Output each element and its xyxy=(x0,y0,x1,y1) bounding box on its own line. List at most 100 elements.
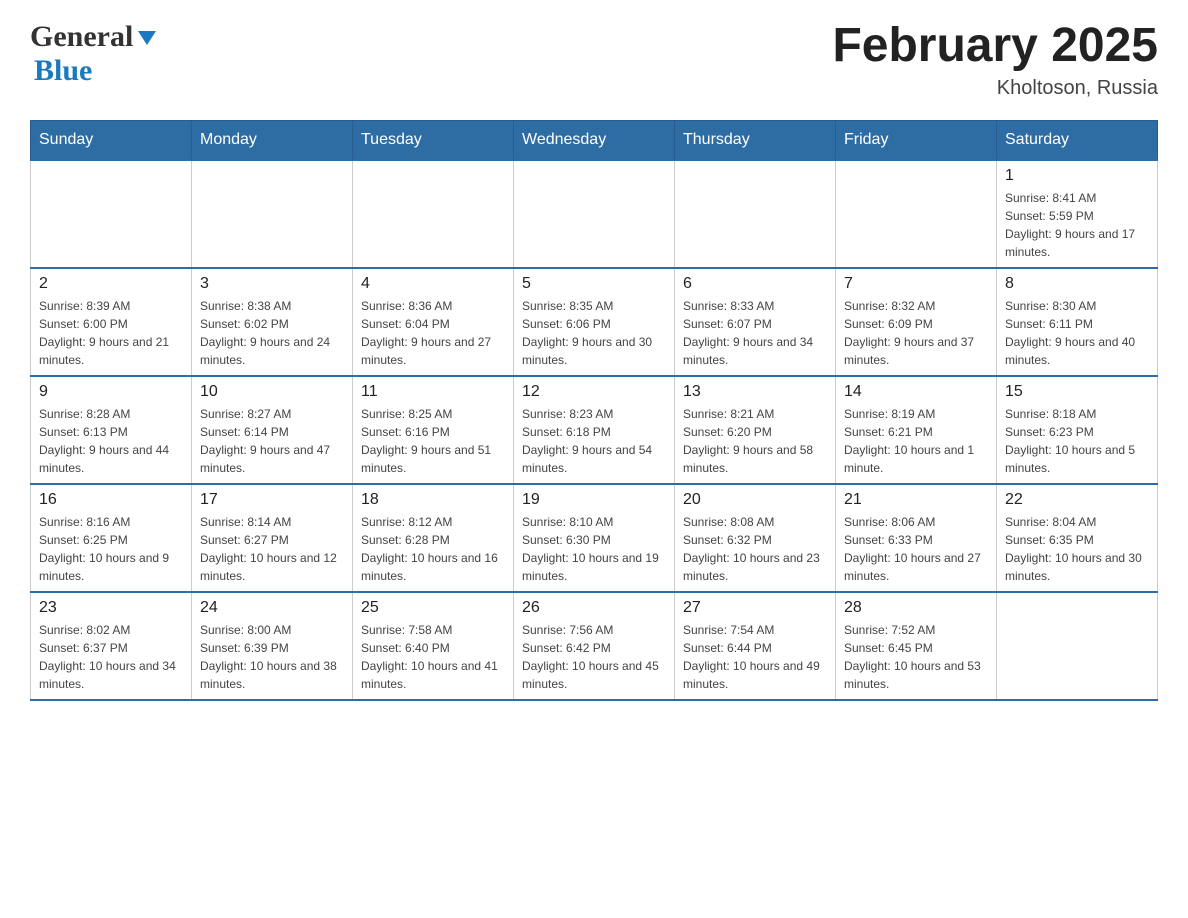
day-info: Sunrise: 7:56 AM Sunset: 6:42 PM Dayligh… xyxy=(522,621,666,693)
day-number: 6 xyxy=(683,275,827,293)
table-row xyxy=(192,160,353,268)
day-info: Sunrise: 8:21 AM Sunset: 6:20 PM Dayligh… xyxy=(683,405,827,477)
day-number: 21 xyxy=(844,491,988,509)
day-info: Sunrise: 8:18 AM Sunset: 6:23 PM Dayligh… xyxy=(1005,405,1149,477)
calendar-week-row: 23 Sunrise: 8:02 AM Sunset: 6:37 PM Dayli… xyxy=(31,592,1158,700)
day-number: 17 xyxy=(200,491,344,509)
table-row: 5Sunrise: 8:35 AM Sunset: 6:06 PM Daylig… xyxy=(514,268,675,376)
table-row: 4 Sunrise: 8:36 AM Sunset: 6:04 PM Daylig… xyxy=(353,268,514,376)
col-wednesday: Wednesday xyxy=(514,120,675,160)
day-number: 20 xyxy=(683,491,827,509)
day-number: 5 xyxy=(522,275,666,293)
table-row: 16 Sunrise: 8:16 AM Sunset: 6:25 PM Dayli… xyxy=(31,484,192,592)
table-row: 6 Sunrise: 8:33 AM Sunset: 6:07 PM Daylig… xyxy=(675,268,836,376)
table-row: 27 Sunrise: 7:54 AM Sunset: 6:44 PM Dayli… xyxy=(675,592,836,700)
day-info: Sunrise: 8:39 AM Sunset: 6:00 PM Dayligh… xyxy=(39,297,183,369)
calendar-header-row: Sunday Monday Tuesday Wednesday Thursday… xyxy=(31,120,1158,160)
day-info: Sunrise: 8:19 AM Sunset: 6:21 PM Dayligh… xyxy=(844,405,988,477)
day-info: Sunrise: 8:36 AM Sunset: 6:04 PM Dayligh… xyxy=(361,297,505,369)
day-number: 4 xyxy=(361,275,505,293)
table-row: 2 Sunrise: 8:39 AM Sunset: 6:00 PM Daylig… xyxy=(31,268,192,376)
day-info: Sunrise: 8:14 AM Sunset: 6:27 PM Dayligh… xyxy=(200,513,344,585)
day-number: 14 xyxy=(844,383,988,401)
day-info: Sunrise: 8:04 AM Sunset: 6:35 PM Dayligh… xyxy=(1005,513,1149,585)
col-tuesday: Tuesday xyxy=(353,120,514,160)
day-number: 10 xyxy=(200,383,344,401)
calendar-table: Sunday Monday Tuesday Wednesday Thursday… xyxy=(30,120,1158,701)
day-number: 2 xyxy=(39,275,183,293)
col-monday: Monday xyxy=(192,120,353,160)
table-row: 21 Sunrise: 8:06 AM Sunset: 6:33 PM Dayli… xyxy=(836,484,997,592)
day-number: 9 xyxy=(39,383,183,401)
day-info: Sunrise: 8:06 AM Sunset: 6:33 PM Dayligh… xyxy=(844,513,988,585)
table-row: 3 Sunrise: 8:38 AM Sunset: 6:02 PM Daylig… xyxy=(192,268,353,376)
day-info: Sunrise: 8:30 AM Sunset: 6:11 PM Dayligh… xyxy=(1005,297,1149,369)
table-row: 23 Sunrise: 8:02 AM Sunset: 6:37 PM Dayli… xyxy=(31,592,192,700)
day-number: 13 xyxy=(683,383,827,401)
logo-triangle-icon xyxy=(138,31,156,50)
day-number: 15 xyxy=(1005,383,1149,401)
day-number: 3 xyxy=(200,275,344,293)
day-info: Sunrise: 8:33 AM Sunset: 6:07 PM Dayligh… xyxy=(683,297,827,369)
day-number: 27 xyxy=(683,599,827,617)
day-number: 22 xyxy=(1005,491,1149,509)
table-row: 28Sunrise: 7:52 AM Sunset: 6:45 PM Dayli… xyxy=(836,592,997,700)
calendar-week-row: 16 Sunrise: 8:16 AM Sunset: 6:25 PM Dayli… xyxy=(31,484,1158,592)
table-row: 11Sunrise: 8:25 AM Sunset: 6:16 PM Dayli… xyxy=(353,376,514,484)
col-saturday: Saturday xyxy=(997,120,1158,160)
table-row: 17 Sunrise: 8:14 AM Sunset: 6:27 PM Dayli… xyxy=(192,484,353,592)
day-info: Sunrise: 8:08 AM Sunset: 6:32 PM Dayligh… xyxy=(683,513,827,585)
day-number: 1 xyxy=(1005,167,1149,185)
col-friday: Friday xyxy=(836,120,997,160)
table-row: 22 Sunrise: 8:04 AM Sunset: 6:35 PM Dayli… xyxy=(997,484,1158,592)
table-row xyxy=(353,160,514,268)
day-info: Sunrise: 8:10 AM Sunset: 6:30 PM Dayligh… xyxy=(522,513,666,585)
day-info: Sunrise: 8:16 AM Sunset: 6:25 PM Dayligh… xyxy=(39,513,183,585)
day-number: 25 xyxy=(361,599,505,617)
day-number: 7 xyxy=(844,275,988,293)
day-info: Sunrise: 8:28 AM Sunset: 6:13 PM Dayligh… xyxy=(39,405,183,477)
calendar-week-row: 2 Sunrise: 8:39 AM Sunset: 6:00 PM Daylig… xyxy=(31,268,1158,376)
day-number: 18 xyxy=(361,491,505,509)
table-row: 24Sunrise: 8:00 AM Sunset: 6:39 PM Dayli… xyxy=(192,592,353,700)
table-row: 7 Sunrise: 8:32 AM Sunset: 6:09 PM Daylig… xyxy=(836,268,997,376)
day-info: Sunrise: 8:12 AM Sunset: 6:28 PM Dayligh… xyxy=(361,513,505,585)
page-header: General Blue February 2025 Kholtoson, Ru… xyxy=(30,20,1158,100)
day-info: Sunrise: 7:58 AM Sunset: 6:40 PM Dayligh… xyxy=(361,621,505,693)
table-row: 19 Sunrise: 8:10 AM Sunset: 6:30 PM Dayli… xyxy=(514,484,675,592)
day-number: 12 xyxy=(522,383,666,401)
day-info: Sunrise: 8:25 AM Sunset: 6:16 PM Dayligh… xyxy=(361,405,505,477)
calendar-week-row: 9 Sunrise: 8:28 AM Sunset: 6:13 PM Daylig… xyxy=(31,376,1158,484)
table-row: 13 Sunrise: 8:21 AM Sunset: 6:20 PM Dayli… xyxy=(675,376,836,484)
day-number: 16 xyxy=(39,491,183,509)
table-row: 15 Sunrise: 8:18 AM Sunset: 6:23 PM Dayli… xyxy=(997,376,1158,484)
table-row: 14 Sunrise: 8:19 AM Sunset: 6:21 PM Dayli… xyxy=(836,376,997,484)
location-subtitle: Kholtoson, Russia xyxy=(832,77,1158,100)
day-info: Sunrise: 8:02 AM Sunset: 6:37 PM Dayligh… xyxy=(39,621,183,693)
day-info: Sunrise: 8:38 AM Sunset: 6:02 PM Dayligh… xyxy=(200,297,344,369)
logo: General Blue xyxy=(30,20,156,88)
day-number: 23 xyxy=(39,599,183,617)
day-number: 8 xyxy=(1005,275,1149,293)
col-thursday: Thursday xyxy=(675,120,836,160)
table-row: 20 Sunrise: 8:08 AM Sunset: 6:32 PM Dayli… xyxy=(675,484,836,592)
day-info: Sunrise: 8:27 AM Sunset: 6:14 PM Dayligh… xyxy=(200,405,344,477)
table-row xyxy=(514,160,675,268)
day-number: 28 xyxy=(844,599,988,617)
table-row: 9 Sunrise: 8:28 AM Sunset: 6:13 PM Daylig… xyxy=(31,376,192,484)
logo-general-text: General xyxy=(30,20,133,54)
table-row xyxy=(997,592,1158,700)
day-number: 19 xyxy=(522,491,666,509)
table-row: 12Sunrise: 8:23 AM Sunset: 6:18 PM Dayli… xyxy=(514,376,675,484)
table-row: 10 Sunrise: 8:27 AM Sunset: 6:14 PM Dayli… xyxy=(192,376,353,484)
table-row xyxy=(836,160,997,268)
title-section: February 2025 Kholtoson, Russia xyxy=(832,20,1158,100)
day-info: Sunrise: 7:54 AM Sunset: 6:44 PM Dayligh… xyxy=(683,621,827,693)
table-row xyxy=(31,160,192,268)
table-row: 8 Sunrise: 8:30 AM Sunset: 6:11 PM Daylig… xyxy=(997,268,1158,376)
col-sunday: Sunday xyxy=(31,120,192,160)
day-info: Sunrise: 8:32 AM Sunset: 6:09 PM Dayligh… xyxy=(844,297,988,369)
table-row: 26 Sunrise: 7:56 AM Sunset: 6:42 PM Dayli… xyxy=(514,592,675,700)
day-number: 24 xyxy=(200,599,344,617)
day-number: 26 xyxy=(522,599,666,617)
